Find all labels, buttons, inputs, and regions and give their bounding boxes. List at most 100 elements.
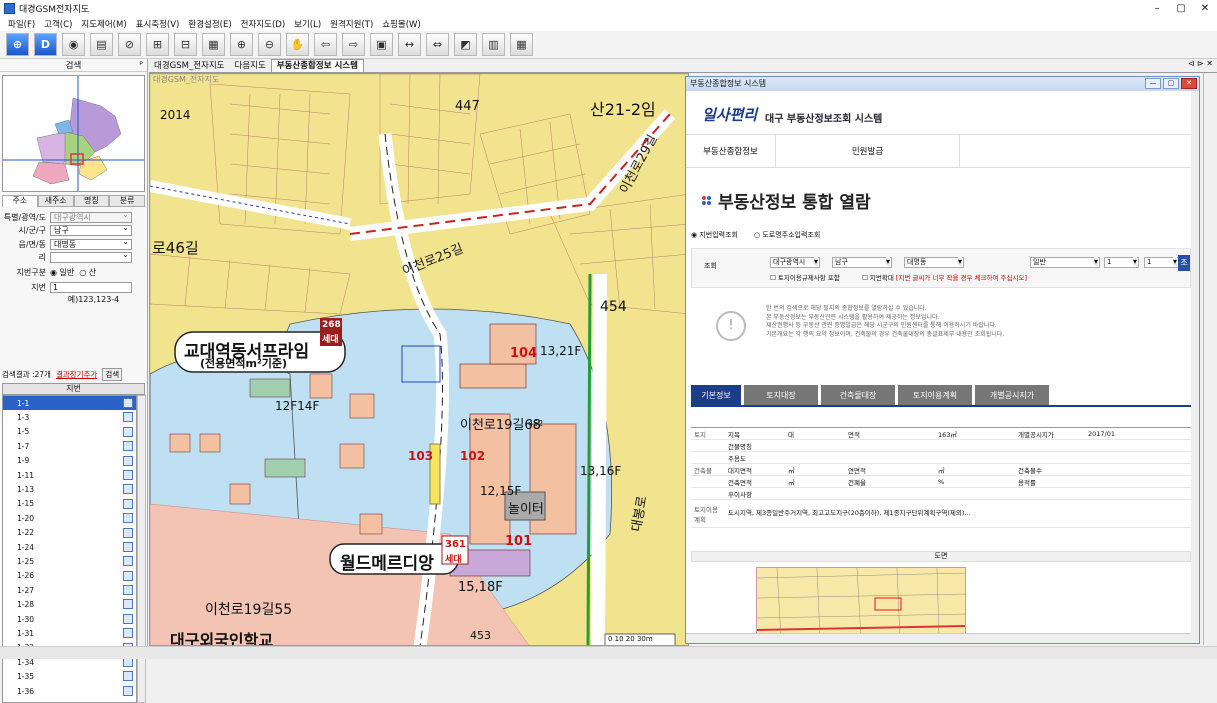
detail-icon[interactable] [123, 513, 133, 524]
info-tab-4[interactable]: 개별공시지가 [975, 385, 1049, 405]
radio-road[interactable]: ○ 도로명주소입력조회 [754, 230, 820, 240]
maximize-button[interactable]: ▢ [1169, 0, 1193, 16]
nav-civil[interactable]: 민원발급 [776, 135, 960, 167]
search-tab-2[interactable]: 명칭 [73, 195, 110, 207]
popup-maximize-button[interactable]: ▢ [1163, 78, 1179, 89]
detail-icon[interactable] [123, 469, 133, 480]
popup-close-button[interactable]: ✕ [1181, 78, 1197, 89]
list-item[interactable]: 1-7 [3, 439, 136, 453]
toolbar-button-9[interactable]: ⊖ [258, 33, 281, 56]
parcel-drawing[interactable] [756, 567, 966, 637]
toolbar-button-3[interactable]: ▤ [90, 33, 113, 56]
toolbar-button-5[interactable]: ⊞ [146, 33, 169, 56]
detail-icon[interactable] [123, 599, 133, 610]
minimize-button[interactable]: – [1145, 0, 1169, 16]
map-view[interactable]: 교대역동서프라임 (전용면적m²기준) 268 세대 월드메르디앙 361 세대… [149, 73, 689, 646]
list-item[interactable]: 1-3 [3, 410, 136, 424]
info-tab-1[interactable]: 토지대장 [744, 385, 818, 405]
detail-icon[interactable] [123, 570, 133, 581]
close-button[interactable]: ✕ [1193, 0, 1217, 16]
doc-tab-0[interactable]: 대경GSM_전자지도 [149, 60, 230, 72]
menu-item-0[interactable]: 파일(F) [8, 18, 35, 30]
detail-icon[interactable] [123, 426, 133, 437]
info-tab-3[interactable]: 토지이용계획 [898, 385, 972, 405]
sub-number-input[interactable]: 1 [1144, 257, 1179, 268]
check-landuse[interactable]: ☐ 토지이용규제사항 포함 [770, 272, 840, 282]
list-item[interactable]: 1-24 [3, 540, 136, 554]
detail-icon[interactable] [123, 613, 133, 624]
doc-tab-2[interactable]: 부동산종합정보 시스템 [270, 59, 364, 72]
select-gu[interactable]: 남구 [832, 257, 892, 268]
detail-icon[interactable] [123, 685, 133, 696]
list-item[interactable]: 1-26 [3, 569, 136, 583]
list-item[interactable]: 1-35 [3, 669, 136, 683]
detail-icon[interactable] [123, 671, 133, 682]
menu-item-7[interactable]: 원격지원(T) [330, 18, 373, 30]
map-vertical-scrollbar[interactable] [1203, 73, 1215, 645]
field-select-2[interactable]: 대명동 [50, 237, 132, 250]
list-item[interactable]: 1-15 [3, 497, 136, 511]
popup-minimize-button[interactable]: — [1145, 78, 1161, 89]
nav-realestate[interactable]: 부동산종합정보 [686, 135, 776, 167]
field-select-0[interactable]: 대구광역시 [50, 210, 132, 223]
toolbar-button-10[interactable]: ✋ [286, 33, 309, 56]
popup-horizontal-scrollbar[interactable] [686, 633, 1191, 643]
menu-item-8[interactable]: 쇼핑몰(W) [382, 18, 421, 30]
search-tab-0[interactable]: 주소 [2, 195, 38, 207]
radio-general[interactable]: ◉ 일반 [50, 267, 74, 278]
detail-icon[interactable] [123, 628, 133, 639]
detail-icon[interactable] [123, 398, 133, 408]
detail-icon[interactable] [123, 484, 133, 495]
list-item[interactable]: 1-11 [3, 468, 136, 482]
menu-item-3[interactable]: 표시축정(V) [136, 18, 180, 30]
main-number-input[interactable]: 1 [1104, 257, 1139, 268]
detail-icon[interactable] [123, 585, 133, 596]
detail-icon[interactable] [123, 441, 133, 452]
toolbar-button-17[interactable]: ▥ [482, 33, 505, 56]
toolbar-button-7[interactable]: ▦ [202, 33, 225, 56]
toolbar-button-0[interactable]: ⊕ [6, 33, 29, 56]
menu-item-6[interactable]: 보기(L) [294, 18, 321, 30]
toolbar-button-13[interactable]: ▣ [370, 33, 393, 56]
overview-minimap[interactable] [2, 75, 145, 192]
popup-vertical-scrollbar[interactable] [1191, 91, 1199, 643]
search-tab-1[interactable]: 새주소 [37, 195, 74, 207]
pin-icon[interactable]: ᵖ [139, 60, 143, 70]
list-item[interactable]: 1-20 [3, 511, 136, 525]
field-select-1[interactable]: 남구 [50, 223, 132, 236]
jibun-input[interactable]: 1 [50, 281, 132, 293]
search-button[interactable]: 검색 [102, 367, 123, 381]
list-item[interactable]: 1-5 [3, 425, 136, 439]
list-item[interactable]: 1-36 [3, 684, 136, 698]
toolbar-button-12[interactable]: ⇨ [342, 33, 365, 56]
list-item[interactable]: 1-1 [3, 396, 136, 411]
select-type[interactable]: 일반 [1030, 257, 1100, 268]
detail-icon[interactable] [123, 541, 133, 552]
toolbar-button-14[interactable]: ↔ [398, 33, 421, 56]
detail-icon[interactable] [123, 527, 133, 538]
field-select-3[interactable] [50, 250, 132, 263]
menu-item-1[interactable]: 고객(C) [44, 18, 72, 30]
doc-tab-1[interactable]: 다음지도 [230, 60, 271, 72]
select-dong[interactable]: 대명동 [904, 257, 964, 268]
toolbar-button-1[interactable]: D [34, 33, 57, 56]
radio-mountain[interactable]: ○ 산 [79, 267, 96, 278]
menu-item-2[interactable]: 지도제어(M) [81, 18, 126, 30]
list-item[interactable]: 1-30 [3, 612, 136, 626]
toolbar-button-16[interactable]: ◩ [454, 33, 477, 56]
search-tab-3[interactable]: 분류 [109, 195, 145, 207]
tab-controls[interactable]: ⊲ ⊳ ✕ [1188, 59, 1213, 68]
toolbar-button-18[interactable]: ▦ [510, 33, 533, 56]
list-item[interactable]: 1-13 [3, 482, 136, 496]
detail-icon[interactable] [123, 412, 133, 423]
toolbar-button-11[interactable]: ⇦ [314, 33, 337, 56]
toolbar-button-15[interactable]: ⇔ [426, 33, 449, 56]
detail-icon[interactable] [123, 556, 133, 567]
menu-item-5[interactable]: 전자지도(D) [241, 18, 285, 30]
toolbar-button-8[interactable]: ⊕ [230, 33, 253, 56]
list-item[interactable]: 1-9 [3, 454, 136, 468]
list-item[interactable]: 1-25 [3, 554, 136, 568]
radio-jibun[interactable]: ◉ 지번입력조회 [691, 230, 738, 240]
toolbar-button-4[interactable]: ⊘ [118, 33, 141, 56]
popup-search-button[interactable]: 조 [1178, 255, 1190, 271]
